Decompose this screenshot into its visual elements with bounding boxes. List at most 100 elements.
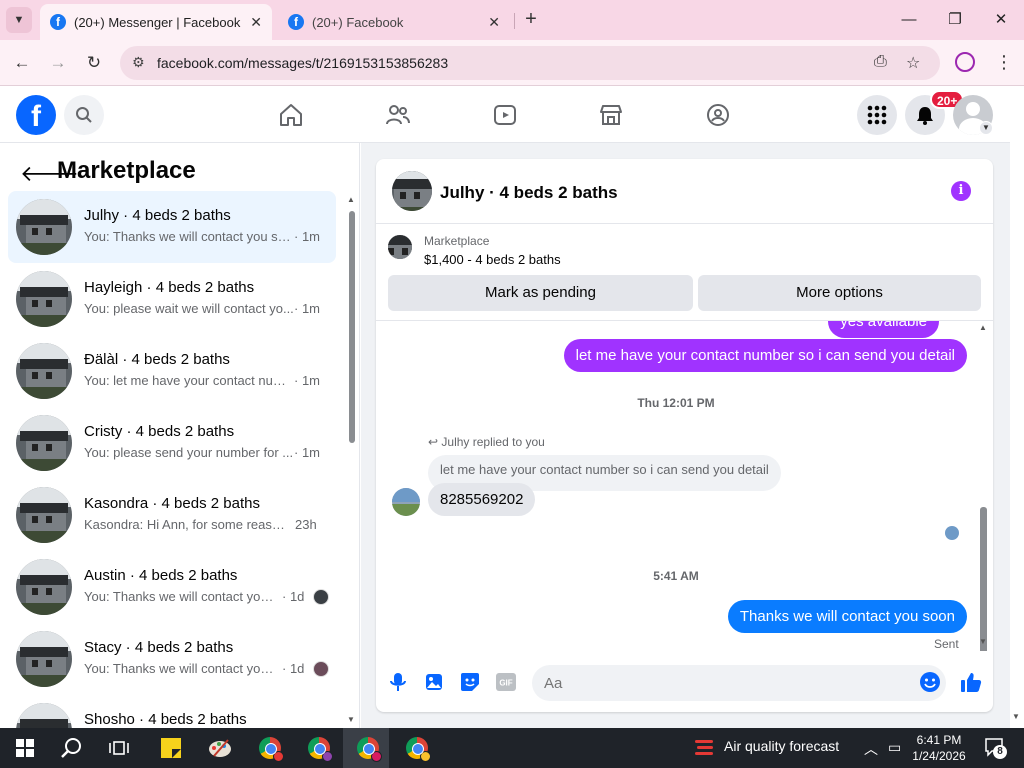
scroll-up-arrow-icon[interactable]: ▲: [347, 195, 355, 204]
conversation-item[interactable]: Austin · 4 beds 2 baths You: Thanks we w…: [8, 551, 336, 623]
chrome-app-profile-2[interactable]: [304, 734, 334, 762]
scroll-up-arrow-icon[interactable]: ▲: [979, 323, 987, 332]
taskbar-search-button[interactable]: [57, 734, 87, 762]
conversation-name: Kasondra · 4 beds 2 baths: [84, 495, 260, 512]
chrome-icon: [357, 737, 382, 762]
weather-widget-text[interactable]: Air quality forecast: [724, 738, 839, 754]
groups-nav[interactable]: [704, 101, 732, 129]
video-icon: [494, 105, 516, 125]
scroll-down-arrow-icon[interactable]: ▼: [347, 715, 355, 724]
chevron-down-icon[interactable]: ▼: [979, 121, 993, 135]
send-like-button[interactable]: [959, 671, 983, 693]
address-bar[interactable]: ⚙ facebook.com/messages/t/21691531538562…: [120, 46, 940, 80]
network-icon[interactable]: ▭: [888, 739, 901, 756]
bookmark-star-icon[interactable]: ☆: [906, 53, 920, 73]
conversation-item[interactable]: Hayleigh · 4 beds 2 baths You: please wa…: [8, 263, 336, 335]
browser-tab-facebook[interactable]: f (20+) Facebook ✕: [278, 4, 510, 40]
scroll-down-arrow-icon[interactable]: ▼: [979, 637, 987, 646]
outgoing-message: yes available: [828, 321, 939, 338]
notification-center-button[interactable]: 8: [984, 737, 1007, 760]
start-button[interactable]: [10, 734, 40, 762]
sticky-notes-icon: [161, 738, 181, 758]
conversation-item[interactable]: Stacy · 4 beds 2 baths You: Thanks we wi…: [8, 623, 336, 695]
microphone-icon: [390, 673, 406, 691]
seen-avatar: [313, 661, 329, 677]
chat-scrollbar[interactable]: [980, 507, 987, 651]
chrome-app-profile-4[interactable]: [402, 734, 432, 762]
browser-menu-icon[interactable]: ⋮: [995, 52, 1013, 72]
marketplace-nav[interactable]: [597, 101, 625, 129]
paint-app[interactable]: [205, 734, 235, 762]
reply-indicator: ↩ Julhy replied to you: [428, 435, 545, 449]
timestamp: Thu 12:01 PM: [637, 396, 715, 410]
marketplace-store-icon: [600, 105, 622, 125]
conversation-snippet: You: let me have your contact num...: [84, 373, 294, 388]
tab-search-button[interactable]: ▼: [6, 7, 32, 33]
browser-tab-messenger[interactable]: f (20+) Messenger | Facebook ✕: [40, 4, 272, 40]
tab-close-icon[interactable]: ✕: [488, 14, 500, 31]
reply-arrow-icon: ↩: [428, 435, 439, 449]
new-tab-plus-icon[interactable]: +: [520, 8, 542, 30]
tab-title: (20+) Facebook: [312, 14, 404, 30]
house-thumbnail: [16, 559, 72, 615]
sender-avatar[interactable]: [392, 488, 420, 516]
conversation-time: · 1m: [294, 229, 320, 244]
friends-icon: [386, 105, 410, 125]
message-input[interactable]: [532, 665, 946, 701]
browser-profile-icon[interactable]: [955, 52, 975, 72]
conversation-item[interactable]: Ðälàl · 4 beds 2 baths You: let me have …: [8, 335, 336, 407]
facebook-logo[interactable]: f: [16, 95, 56, 135]
info-icon[interactable]: i: [951, 181, 971, 201]
chrome-app-profile-3[interactable]: [353, 734, 383, 762]
minimize-icon[interactable]: —: [894, 8, 924, 32]
conversation-snippet: You: please wait we will contact yo...: [84, 301, 294, 316]
house-thumbnail: [16, 415, 72, 471]
chat-title[interactable]: Julhy · 4 beds 2 baths: [440, 183, 618, 203]
outgoing-message: let me have your contact number so i can…: [563, 339, 967, 372]
sticky-notes-app[interactable]: [156, 734, 186, 762]
chrome-app-profile-1[interactable]: [255, 734, 285, 762]
back-arrow-icon[interactable]: ←: [10, 51, 34, 75]
search-button[interactable]: [64, 95, 104, 135]
outgoing-message: Thanks we will contact you soon: [727, 600, 967, 633]
emoji-button[interactable]: [919, 671, 941, 693]
menu-grid-button[interactable]: [857, 95, 897, 135]
site-settings-icon[interactable]: ⚙: [132, 54, 145, 71]
listing-price-title[interactable]: $1,400 - 4 beds 2 baths: [424, 252, 561, 267]
conversation-item[interactable]: Shosho · 4 beds 2 baths: [8, 695, 336, 728]
marketplace-label: Marketplace: [424, 234, 490, 248]
sticker-button[interactable]: [459, 671, 481, 693]
conversation-item[interactable]: Julhy · 4 beds 2 baths You: Thanks we wi…: [8, 191, 336, 263]
bell-icon: [917, 107, 933, 125]
chat-house-thumbnail[interactable]: [392, 171, 432, 211]
mark-as-pending-button[interactable]: Mark as pending: [388, 275, 693, 311]
more-options-button[interactable]: More options: [698, 275, 981, 311]
forward-arrow-icon[interactable]: →: [46, 51, 70, 75]
tab-close-icon[interactable]: ✕: [250, 14, 262, 31]
reload-icon[interactable]: ↻: [82, 51, 106, 75]
conversation-item[interactable]: Cristy · 4 beds 2 baths You: please send…: [8, 407, 336, 479]
house-thumbnail: [16, 343, 72, 399]
conversation-item[interactable]: Kasondra · 4 beds 2 baths Kasondra: Hi A…: [8, 479, 336, 551]
avatar-head: [966, 102, 980, 116]
voice-clip-button[interactable]: [387, 671, 409, 693]
gif-button[interactable]: GIF: [495, 671, 517, 693]
chrome-icon: [308, 737, 333, 762]
task-view-button[interactable]: [104, 734, 134, 762]
system-clock[interactable]: 6:41 PM 1/24/2026: [906, 732, 972, 764]
thumbs-up-icon: [961, 673, 982, 692]
conversation-name: Shosho · 4 beds 2 baths: [84, 711, 247, 728]
grid-menu-icon: [867, 105, 887, 125]
maximize-icon[interactable]: ❐: [940, 8, 970, 32]
gif-icon: GIF: [496, 673, 516, 691]
show-hidden-icons-chevron-icon[interactable]: ︿: [864, 739, 878, 759]
install-app-icon[interactable]: ⎙: [874, 53, 887, 71]
conversation-scrollbar[interactable]: [349, 211, 355, 443]
page-scroll-down-arrow-icon[interactable]: ▼: [1012, 712, 1020, 721]
home-nav[interactable]: [277, 101, 305, 129]
url-text[interactable]: facebook.com/messages/t/2169153153856283: [157, 55, 448, 71]
video-nav[interactable]: [491, 101, 519, 129]
window-close-icon[interactable]: ✕: [986, 8, 1016, 32]
friends-nav[interactable]: [384, 101, 412, 129]
attach-photo-button[interactable]: [423, 671, 445, 693]
